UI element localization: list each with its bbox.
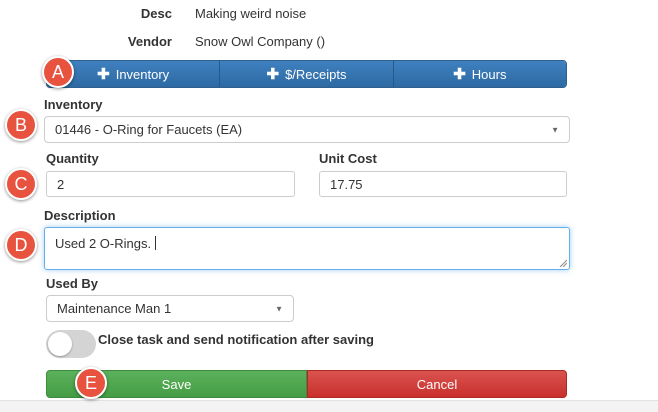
inventory-label: Inventory <box>44 97 103 112</box>
callout-marker-a: A <box>42 56 74 88</box>
add-hours-button[interactable]: ✚ Hours <box>393 61 566 87</box>
plus-icon: ✚ <box>266 65 280 83</box>
desc-value: Making weird noise <box>195 6 307 21</box>
toggle-knob <box>48 332 72 356</box>
add-entry-button-group: ✚ Inventory ✚ $/Receipts ✚ Hours <box>46 60 567 88</box>
add-hours-label: Hours <box>471 66 507 82</box>
unit-cost-label: Unit Cost <box>319 151 377 166</box>
used-by-select-value: Maintenance Man 1 <box>57 301 172 316</box>
description-label: Description <box>44 208 116 223</box>
quantity-input-value: 2 <box>57 176 65 192</box>
inventory-select[interactable]: 01446 - O-Ring for Faucets (EA) ▼ <box>44 116 570 143</box>
inventory-select-value: 01446 - O-Ring for Faucets (EA) <box>55 122 243 137</box>
quantity-label: Quantity <box>46 151 99 166</box>
unit-cost-input-value: 17.75 <box>330 176 363 192</box>
close-task-toggle-label: Close task and send notification after s… <box>98 332 374 347</box>
plus-icon: ✚ <box>453 65 466 83</box>
description-textarea[interactable]: Used 2 O-Rings. <box>44 227 570 270</box>
unit-cost-input[interactable]: 17.75 <box>319 171 567 197</box>
save-button-label: Save <box>161 376 192 392</box>
callout-marker-e: E <box>75 367 107 399</box>
description-textarea-value: Used 2 O-Rings. <box>55 236 152 251</box>
vendor-value: Snow Owl Company () <box>195 34 326 49</box>
cancel-button-label: Cancel <box>416 376 458 392</box>
vendor-label: Vendor <box>127 34 172 49</box>
close-task-toggle[interactable] <box>46 330 96 358</box>
callout-marker-b: B <box>5 109 37 141</box>
cancel-button[interactable]: Cancel <box>307 370 567 398</box>
chevron-down-icon: ▼ <box>551 125 559 134</box>
used-by-label: Used By <box>46 276 99 291</box>
desc-label: Desc <box>140 6 172 21</box>
plus-icon: ✚ <box>97 65 110 83</box>
callout-marker-c: C <box>5 168 37 200</box>
add-receipts-label: $/Receipts <box>285 66 347 82</box>
chevron-down-icon: ▼ <box>275 304 283 313</box>
footer-bar <box>0 400 658 412</box>
text-cursor <box>155 236 157 250</box>
add-receipts-button[interactable]: ✚ $/Receipts <box>220 61 394 87</box>
quantity-input[interactable]: 2 <box>46 171 295 197</box>
used-by-select[interactable]: Maintenance Man 1 ▼ <box>46 295 294 322</box>
callout-marker-d: D <box>5 229 37 261</box>
resize-grip-icon[interactable] <box>559 259 567 267</box>
add-inventory-label: Inventory <box>115 66 170 82</box>
